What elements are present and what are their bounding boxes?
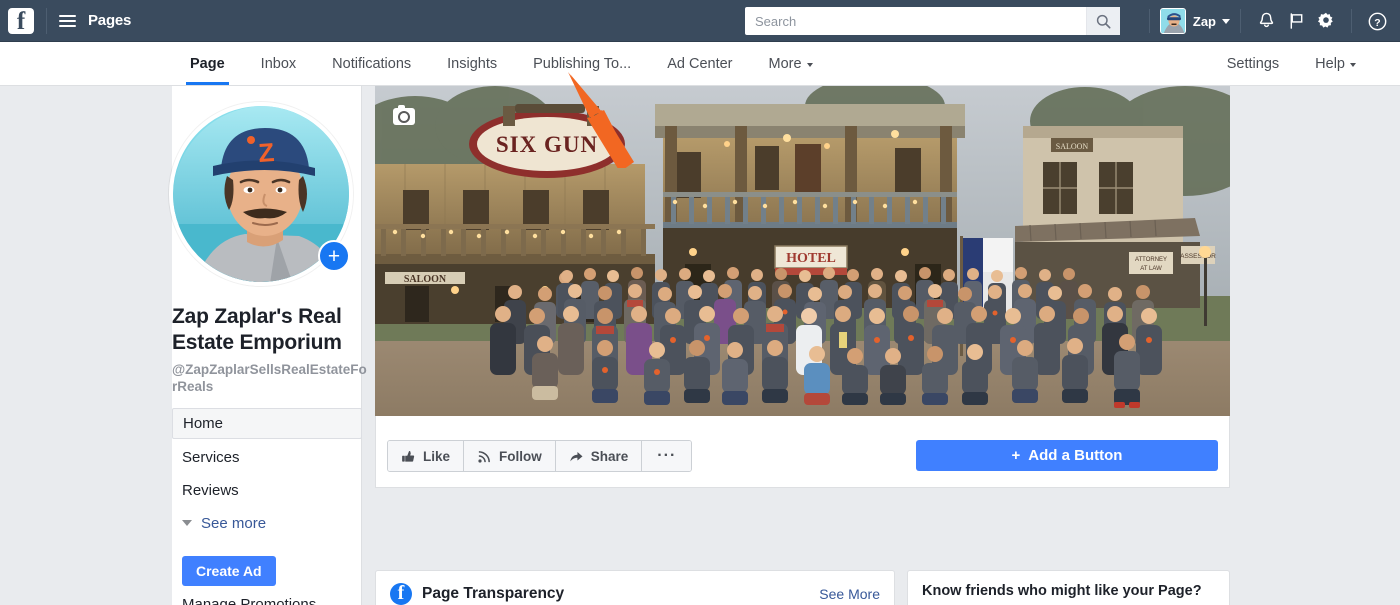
add-a-button-button[interactable]: + Add a Button	[916, 440, 1218, 471]
page-content: Z + Zap Zaplar's Real Estate Emporium @Z…	[0, 72, 1400, 605]
svg-text:AT LAW: AT LAW	[1140, 266, 1162, 272]
create-ad-button[interactable]: Create Ad	[182, 556, 276, 586]
top-navigation-bar: f Pages Zap	[0, 0, 1400, 42]
svg-text:ASSESSOR: ASSESSOR	[1180, 253, 1216, 260]
tab-label: Insights	[447, 55, 498, 72]
divider	[1148, 9, 1150, 33]
topbar-right-controls: Zap ?	[1139, 0, 1400, 42]
divider	[1351, 9, 1352, 33]
tab-publishing-tools[interactable]: Publishing To...	[515, 42, 649, 85]
sidebar-item-reviews[interactable]: Reviews	[172, 475, 362, 505]
svg-text:SALOON: SALOON	[1056, 142, 1089, 151]
chevron-down-icon	[182, 520, 192, 526]
cover-photo[interactable]: SIX GUN SALOON HOTEL SALOON ATTORNEY AT …	[375, 86, 1230, 416]
button-label: Share	[590, 448, 629, 464]
page-sidebar: Z + Zap Zaplar's Real Estate Emporium @Z…	[169, 86, 367, 605]
tab-inbox[interactable]: Inbox	[243, 42, 314, 85]
search-input[interactable]	[745, 8, 1086, 34]
divider	[1240, 9, 1241, 33]
user-name: Zap	[1192, 13, 1216, 29]
global-search[interactable]	[745, 7, 1120, 35]
search-icon	[1096, 14, 1111, 29]
tab-more[interactable]: More	[751, 42, 831, 85]
share-button[interactable]: Share	[555, 441, 643, 471]
like-button[interactable]: Like	[388, 441, 465, 471]
page-tabs-bar: Page Inbox Notifications Insights Publis…	[0, 42, 1400, 86]
page-tabs: Page Inbox Notifications Insights Publis…	[172, 42, 831, 85]
chevron-down-icon	[1350, 63, 1356, 67]
sidebar-item-label: Reviews	[182, 481, 239, 499]
add-profile-photo-button[interactable]: +	[318, 240, 350, 272]
rss-follow-icon	[478, 450, 490, 463]
cover-photo-image: SIX GUN SALOON HOTEL SALOON ATTORNEY AT …	[375, 86, 1230, 416]
see-more-label: See more	[201, 514, 267, 532]
see-more-link[interactable]: See More	[819, 586, 880, 602]
card-title: Know friends who might like your Page?	[922, 583, 1202, 599]
flag-icon[interactable]	[1281, 0, 1311, 42]
sidebar-item-services[interactable]: Services	[172, 442, 362, 472]
tab-label: Ad Center	[667, 55, 733, 72]
search-button[interactable]	[1086, 7, 1120, 35]
page-action-bar: Like Follow Share ··· + Add a Button	[375, 416, 1230, 488]
card-title: Page Transparency	[422, 585, 565, 602]
svg-text:Z: Z	[257, 137, 275, 168]
page-sidebar-nav: Home Services Reviews See more	[172, 408, 362, 538]
chevron-down-icon	[1222, 18, 1230, 24]
thumbs-up-icon	[402, 450, 415, 462]
card-header: f Page Transparency See More	[390, 583, 880, 605]
tab-notifications[interactable]: Notifications	[314, 42, 429, 85]
svg-text:SALOON: SALOON	[404, 274, 447, 285]
plus-icon: +	[1011, 447, 1021, 464]
sidebar-item-home[interactable]: Home	[172, 408, 362, 439]
page-tabs-right: Settings Help	[1209, 42, 1374, 86]
follow-button[interactable]: Follow	[464, 441, 556, 471]
gear-icon[interactable]	[1311, 0, 1341, 42]
button-label: Follow	[499, 448, 542, 464]
tab-ad-center[interactable]: Ad Center	[649, 42, 750, 85]
button-label: Like	[423, 448, 451, 464]
chevron-down-icon	[806, 62, 813, 67]
more-options-icon: ···	[657, 447, 677, 464]
tab-label: Inbox	[260, 55, 297, 72]
hamburger-menu-icon[interactable]	[59, 14, 76, 27]
facebook-round-icon: f	[390, 583, 412, 605]
tab-label: More	[768, 55, 802, 72]
camera-icon[interactable]	[393, 105, 415, 125]
tab-label: Settings	[1226, 56, 1280, 72]
page-title: Zap Zaplar's Real Estate Emporium	[172, 305, 342, 354]
tab-help[interactable]: Help	[1297, 42, 1374, 86]
avatar	[1159, 8, 1186, 34]
divider	[46, 7, 47, 34]
tab-insights[interactable]: Insights	[429, 42, 515, 85]
tab-label: Page	[190, 55, 225, 72]
notifications-bell-icon[interactable]	[1251, 0, 1281, 42]
facebook-logo-icon[interactable]: f	[8, 7, 34, 34]
user-menu[interactable]: Zap	[1159, 8, 1230, 34]
tab-label: Notifications	[332, 55, 412, 72]
page-action-buttons: Like Follow Share ···	[387, 440, 693, 472]
svg-text:HOTEL: HOTEL	[786, 251, 836, 266]
page-username: @ZapZaplarSellsRealEstateForReals	[172, 362, 367, 394]
share-arrow-icon	[570, 451, 583, 461]
pages-label: Pages	[88, 12, 132, 29]
sidebar-see-more-button[interactable]: See more	[172, 508, 362, 538]
button-label: Add a Button	[1028, 447, 1123, 464]
svg-text:ATTORNEY: ATTORNEY	[1135, 257, 1167, 263]
sidebar-item-label: Home	[183, 415, 224, 432]
manage-promotions-link[interactable]: Manage Promotions	[182, 596, 316, 605]
tab-label: Help	[1315, 56, 1345, 72]
tab-page[interactable]: Page	[172, 42, 243, 85]
page-transparency-card: f Page Transparency See More Facebook is…	[375, 570, 895, 605]
tab-settings[interactable]: Settings	[1209, 42, 1297, 86]
svg-text:?: ?	[1374, 17, 1380, 28]
tab-label: Publishing To...	[533, 55, 632, 72]
sidebar-item-label: Services	[182, 448, 240, 466]
help-question-icon[interactable]: ?	[1362, 0, 1392, 42]
svg-text:SIX GUN: SIX GUN	[496, 132, 598, 157]
more-options-button[interactable]: ···	[642, 441, 692, 471]
invite-friends-card: Know friends who might like your Page? H…	[907, 570, 1230, 605]
